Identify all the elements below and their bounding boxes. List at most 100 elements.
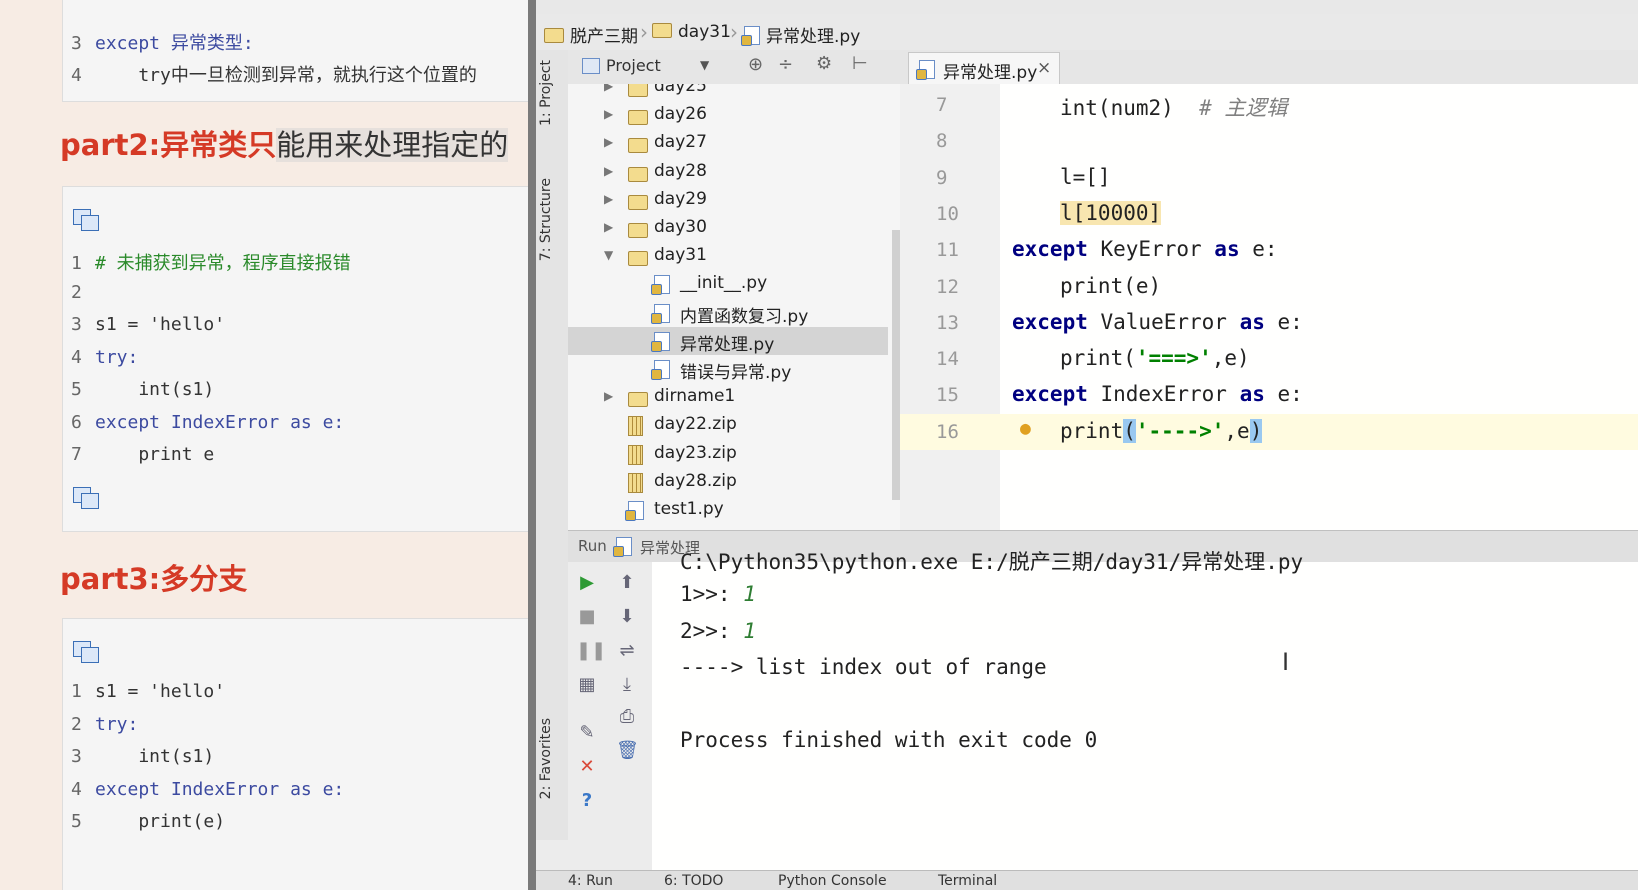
line-number: 9	[936, 166, 948, 189]
chevron-right-icon[interactable]: ▶	[604, 220, 618, 234]
chevron-right-icon[interactable]: ▶	[604, 389, 618, 403]
line-number: 16	[900, 413, 1000, 450]
line-number: 11	[936, 239, 959, 262]
tree-item[interactable]: 错误与异常.py	[568, 355, 888, 383]
code-line: int(num2) # 主逻辑	[1060, 96, 1288, 120]
gear-icon[interactable]: ⚙	[816, 53, 832, 74]
breadcrumb-separator: ›	[640, 20, 648, 44]
breadcrumb-file[interactable]: 异常处理.py	[741, 22, 860, 47]
todo-tool-tab[interactable]: 6: TODO	[664, 873, 723, 889]
code-line: l[10000]	[1060, 200, 1162, 225]
tree-item-label: day26	[654, 104, 707, 125]
tree-item-label: 异常处理.py	[680, 334, 775, 355]
bottom-tool-bar: 4: Run 6: TODO Python Console Terminal	[528, 870, 1638, 890]
folder-icon	[628, 166, 648, 182]
chevron-right-icon[interactable]: ▶	[604, 192, 618, 206]
code-line: except ValueError as e:	[1012, 309, 1303, 334]
python-file-icon	[741, 26, 760, 46]
editor-tab-active[interactable]: 异常处理.py ×	[908, 52, 1060, 85]
breadcrumb-folder[interactable]: day31	[652, 22, 731, 42]
favorites-tool-tab[interactable]: 2: Favorites	[538, 718, 554, 799]
breadcrumb-separator: ›	[730, 20, 738, 44]
tree-item[interactable]: test1.py	[568, 496, 888, 524]
code-line: except KeyError as e:	[1012, 237, 1278, 262]
breadcrumb-project[interactable]: 脱产三期	[544, 22, 638, 47]
copy-code-icon[interactable]	[73, 487, 99, 509]
pin-icon[interactable]: ✎	[576, 722, 598, 744]
folder-icon	[628, 194, 648, 210]
folder-icon	[628, 251, 648, 267]
tree-item[interactable]: day22.zip	[568, 411, 888, 439]
tree-item[interactable]: ▶ day27	[568, 129, 888, 157]
python-file-icon	[651, 331, 670, 352]
run-tool-tab[interactable]: 4: Run	[568, 873, 613, 889]
python-file-icon	[651, 360, 670, 380]
stop-icon[interactable]: ■	[576, 606, 598, 628]
tree-item[interactable]: day23.zip	[568, 440, 888, 468]
tree-item[interactable]: 异常处理.py	[568, 326, 888, 355]
tree-item[interactable]: ▶ day30	[568, 214, 888, 242]
collapse-icon[interactable]: ÷	[778, 54, 793, 75]
structure-tool-tab[interactable]: 7: Structure	[538, 178, 554, 261]
console-line: Process finished with exit code 0	[680, 727, 1098, 752]
code-editor[interactable]: int(num2) # 主逻辑 l=[] l[10000] except KeyErr…	[1000, 84, 1638, 530]
code-block-1: 1 # 未捕获到异常，程序直接报错 2 3 s1 = 'hello' 4 try: 5 int…	[62, 186, 528, 532]
pause-icon[interactable]: ❚❚	[576, 640, 606, 662]
code-line: 7 print e	[71, 444, 215, 465]
arrow-down-icon[interactable]: ⬇	[616, 606, 638, 628]
project-tool-tab[interactable]: 1: Project	[538, 60, 554, 126]
python-file-icon	[613, 537, 632, 557]
code-line: 3 int(s1)	[71, 746, 215, 767]
code-line: 2 try:	[71, 713, 139, 735]
terminal-tool-tab[interactable]: Terminal	[938, 873, 997, 889]
tree-item[interactable]: day28.zip	[568, 468, 888, 496]
tree-scrollbar[interactable]	[892, 230, 900, 500]
code-line: 1 s1 = 'hello'	[71, 681, 226, 702]
close-icon[interactable]: ×	[1037, 58, 1051, 78]
project-view-select[interactable]: Project	[606, 56, 661, 75]
chevron-right-icon[interactable]: ▶	[604, 164, 618, 178]
soft-wrap-icon[interactable]: ⇌	[616, 640, 638, 662]
layout-icon[interactable]: ▦	[576, 674, 598, 696]
tree-item[interactable]: ▶ dirname1	[568, 383, 888, 411]
tree-item[interactable]: ▶ day28	[568, 158, 888, 186]
code-line: 5 int(s1)	[71, 379, 215, 400]
run-console[interactable]: C:\Python35\python.exe E:/脱产三期/day31/异常处…	[652, 550, 1638, 870]
tree-item[interactable]: ▶ day25	[568, 84, 888, 101]
tree-item[interactable]: __init__.py	[568, 270, 888, 298]
tree-item[interactable]: 内置函数复习.py	[568, 299, 888, 327]
line-number: 10	[936, 202, 959, 225]
project-icon	[582, 58, 600, 74]
help-icon[interactable]: ?	[576, 790, 598, 812]
chevron-right-icon[interactable]: ▶	[604, 135, 618, 149]
code-line: 5 print(e)	[71, 811, 226, 832]
print-icon[interactable]: ⎙	[616, 706, 638, 728]
chevron-right-icon[interactable]: ▶	[604, 107, 618, 121]
top-code-block: 3 except 异常类型: 4 try中一旦检测到异常，就执行这个位置的	[62, 0, 528, 102]
zip-file-icon	[628, 472, 643, 493]
hide-panel-icon[interactable]: ⊢	[852, 53, 868, 74]
python-console-tool-tab[interactable]: Python Console	[778, 873, 887, 889]
part3-heading: part3:多分支	[60, 562, 248, 596]
tree-item[interactable]: ▶ day29	[568, 186, 888, 214]
code-line: 6 except IndexError as e:	[71, 411, 345, 433]
tree-item[interactable]: ▶ day26	[568, 101, 888, 129]
chevron-right-icon[interactable]: ▶	[604, 84, 618, 93]
chevron-down-icon[interactable]: ▼	[700, 58, 709, 72]
copy-code-icon[interactable]	[73, 209, 99, 231]
rerun-icon[interactable]: ▶	[576, 572, 598, 594]
line-number: 8	[936, 130, 948, 153]
arrow-up-icon[interactable]: ⬆	[616, 572, 638, 594]
scroll-to-end-icon[interactable]: ⤓	[616, 674, 638, 696]
chevron-down-icon[interactable]: ▼	[604, 248, 618, 262]
target-icon[interactable]: ⊕	[748, 54, 763, 75]
console-line: 2>>: 1	[680, 618, 756, 643]
tree-item[interactable]: ▼ day31	[568, 242, 888, 270]
trash-icon[interactable]: 🗑	[616, 740, 639, 762]
close-icon[interactable]: ✕	[576, 756, 598, 778]
folder-icon	[544, 28, 564, 43]
lightbulb-icon[interactable]: ●	[1020, 418, 1031, 439]
copy-code-icon[interactable]	[73, 641, 99, 663]
folder-icon	[628, 84, 648, 97]
